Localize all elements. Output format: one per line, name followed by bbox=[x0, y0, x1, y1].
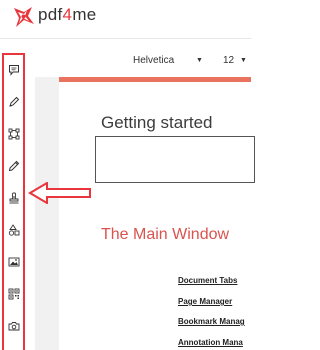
pen-icon[interactable] bbox=[8, 96, 20, 108]
qr-code-icon[interactable] bbox=[8, 288, 20, 300]
font-size-select[interactable]: 12 bbox=[223, 55, 234, 66]
font-family-select[interactable]: Helvetica bbox=[133, 55, 174, 66]
document-title: Getting started bbox=[101, 113, 213, 132]
pointer-arrow-icon bbox=[28, 182, 91, 204]
document-page-header-bar bbox=[59, 77, 251, 82]
comment-icon[interactable] bbox=[8, 64, 20, 76]
text-box-annotation[interactable] bbox=[95, 136, 255, 183]
image-icon[interactable] bbox=[8, 256, 20, 268]
font-family-caret-icon[interactable]: ▼ bbox=[196, 57, 203, 64]
logo-text-accent: 4 bbox=[62, 5, 73, 24]
camera-icon[interactable] bbox=[8, 320, 20, 332]
annotation-sidebar bbox=[2, 53, 25, 350]
font-size-caret-icon[interactable]: ▼ bbox=[240, 57, 247, 64]
selection-icon[interactable] bbox=[8, 128, 20, 140]
app-header: pdf4me bbox=[0, 0, 251, 30]
logo-icon bbox=[14, 7, 34, 27]
pencil-icon[interactable] bbox=[8, 160, 20, 172]
logo-text-suffix: me bbox=[72, 5, 97, 24]
document-heading: The Main Window bbox=[101, 226, 230, 243]
toc-link[interactable]: Document Tabs bbox=[178, 276, 237, 285]
header-divider bbox=[0, 38, 251, 39]
logo-text-prefix: pdf bbox=[38, 5, 63, 24]
toc-link[interactable]: Bookmark Manag bbox=[178, 317, 245, 326]
app-logo-text: pdf4me bbox=[38, 5, 97, 25]
toc-link[interactable]: Annotation Mana bbox=[178, 338, 243, 347]
toc-link[interactable]: Page Manager bbox=[178, 297, 232, 306]
stamp-icon[interactable] bbox=[8, 192, 20, 204]
shapes-icon[interactable] bbox=[8, 224, 20, 236]
